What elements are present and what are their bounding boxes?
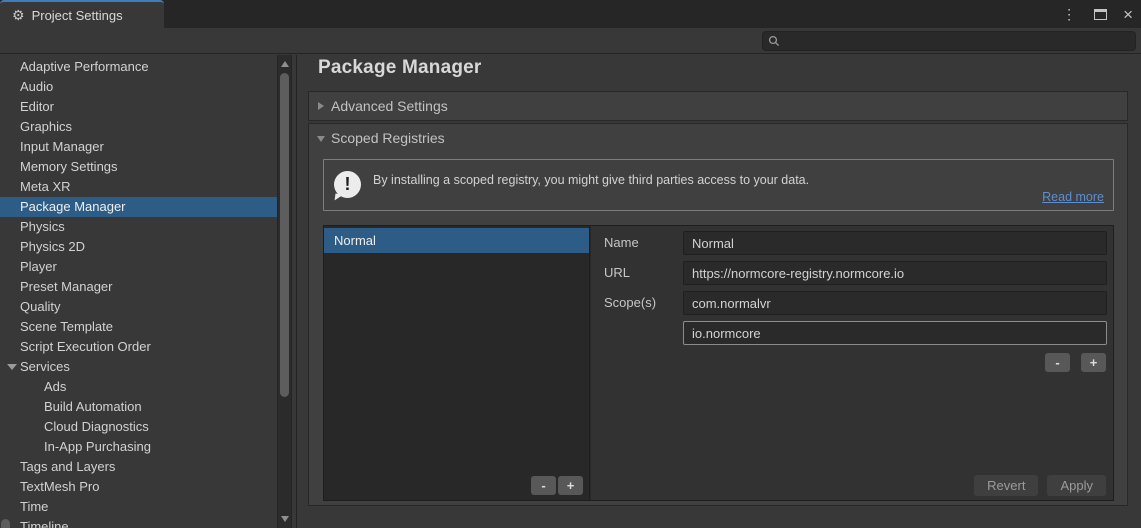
- scroll-up-icon[interactable]: [281, 61, 289, 67]
- section-label: Advanced Settings: [331, 98, 448, 114]
- name-label: Name: [604, 235, 639, 250]
- warning-icon: !: [334, 171, 361, 198]
- registry-list: Normal - +: [324, 226, 590, 500]
- search-icon: [768, 35, 780, 47]
- foldout-closed-icon: [318, 102, 324, 110]
- sidebar-item-graphics[interactable]: Graphics: [0, 117, 277, 137]
- window-tab-strip: ⚙ Project Settings ⋮ ×: [0, 0, 1141, 28]
- sidebar-item-memory-settings[interactable]: Memory Settings: [0, 157, 277, 177]
- sidebar-item-time[interactable]: Time: [0, 497, 277, 517]
- sidebar-item-in-app-purchasing[interactable]: In-App Purchasing: [0, 437, 277, 457]
- section-label: Scoped Registries: [331, 130, 445, 146]
- sidebar-list: Adaptive Performance Audio Editor Graphi…: [0, 55, 296, 528]
- foldout-open-icon: [317, 136, 325, 142]
- foldout-open-icon[interactable]: [7, 364, 17, 370]
- sidebar-item-input-manager[interactable]: Input Manager: [0, 137, 277, 157]
- sidebar-item-scene-template[interactable]: Scene Template: [0, 317, 277, 337]
- kebab-menu-icon[interactable]: ⋮: [1058, 5, 1080, 23]
- scrollbar-thumb[interactable]: [280, 73, 289, 397]
- warning-text: By installing a scoped registry, you mig…: [373, 173, 809, 187]
- sidebar-item-quality[interactable]: Quality: [0, 297, 277, 317]
- name-field[interactable]: [683, 231, 1107, 255]
- sidebar-item-tags-and-layers[interactable]: Tags and Layers: [0, 457, 277, 477]
- sidebar-item-player[interactable]: Player: [0, 257, 277, 277]
- scope-buttons: - +: [1045, 353, 1106, 372]
- close-icon[interactable]: ×: [1121, 6, 1135, 23]
- scoped-registries-foldout[interactable]: Scoped Registries: [309, 124, 1127, 152]
- sidebar-item-audio[interactable]: Audio: [0, 77, 277, 97]
- url-label: URL: [604, 265, 630, 280]
- pane-splitter[interactable]: [296, 55, 297, 528]
- gear-icon: ⚙: [12, 8, 25, 22]
- scope-field-2[interactable]: [683, 321, 1107, 345]
- scoped-registry-warning: ! By installing a scoped registry, you m…: [323, 159, 1114, 211]
- scopes-label: Scope(s): [604, 295, 656, 310]
- remove-scope-button[interactable]: -: [1045, 353, 1070, 372]
- revert-button[interactable]: Revert: [974, 475, 1038, 496]
- scope-field-1[interactable]: [683, 291, 1107, 315]
- scroll-down-icon[interactable]: [281, 516, 289, 522]
- sidebar-item-physics-2d[interactable]: Physics 2D: [0, 237, 277, 257]
- toolbar: [0, 28, 1141, 54]
- settings-sidebar: Adaptive Performance Audio Editor Graphi…: [0, 55, 296, 528]
- read-more-link[interactable]: Read more: [1042, 190, 1104, 204]
- apply-button[interactable]: Apply: [1047, 475, 1106, 496]
- sidebar-item-textmesh-pro[interactable]: TextMesh Pro: [0, 477, 277, 497]
- sidebar-item-script-execution-order[interactable]: Script Execution Order: [0, 337, 277, 357]
- add-scope-button[interactable]: +: [1081, 353, 1106, 372]
- registry-editor: Normal - + Name URL Scope(s) - + Revert …: [323, 225, 1114, 501]
- maximize-icon[interactable]: [1094, 9, 1107, 20]
- sidebar-item-editor[interactable]: Editor: [0, 97, 277, 117]
- window-controls: ⋮ ×: [1058, 0, 1135, 28]
- sidebar-item-package-manager[interactable]: Package Manager: [0, 197, 277, 217]
- url-field[interactable]: [683, 261, 1107, 285]
- sidebar-item-label: Services: [20, 359, 70, 374]
- sidebar-item-build-automation[interactable]: Build Automation: [0, 397, 277, 417]
- sidebar-item-preset-manager[interactable]: Preset Manager: [0, 277, 277, 297]
- sidebar-item-physics[interactable]: Physics: [0, 217, 277, 237]
- section-scoped-registries: Scoped Registries ! By installing a scop…: [308, 123, 1128, 506]
- registry-list-buttons: - +: [531, 476, 583, 495]
- sidebar-item-adaptive-performance[interactable]: Adaptive Performance: [0, 57, 277, 77]
- registry-action-buttons: Revert Apply: [974, 475, 1106, 496]
- tab-title: Project Settings: [32, 8, 123, 23]
- sidebar-item-timeline[interactable]: Timeline: [0, 517, 277, 528]
- add-registry-button[interactable]: +: [558, 476, 583, 495]
- registry-details: Name URL Scope(s) - + Revert Apply: [591, 226, 1113, 500]
- advanced-settings-foldout[interactable]: Advanced Settings: [309, 92, 1127, 120]
- remove-registry-button[interactable]: -: [531, 476, 556, 495]
- sidebar-item-cloud-diagnostics[interactable]: Cloud Diagnostics: [0, 417, 277, 437]
- registry-item-normal[interactable]: Normal: [324, 228, 589, 253]
- horizontal-scrollbar-thumb[interactable]: [1, 519, 10, 528]
- section-advanced-settings: Advanced Settings: [308, 91, 1128, 121]
- sidebar-scrollbar[interactable]: [277, 55, 292, 528]
- sidebar-item-services[interactable]: Services: [0, 357, 277, 377]
- tab-project-settings[interactable]: ⚙ Project Settings: [0, 0, 164, 28]
- search-box[interactable]: [762, 31, 1136, 51]
- sidebar-item-ads[interactable]: Ads: [0, 377, 277, 397]
- sidebar-item-meta-xr[interactable]: Meta XR: [0, 177, 277, 197]
- page-title: Package Manager: [318, 57, 482, 79]
- search-input[interactable]: [780, 33, 1135, 49]
